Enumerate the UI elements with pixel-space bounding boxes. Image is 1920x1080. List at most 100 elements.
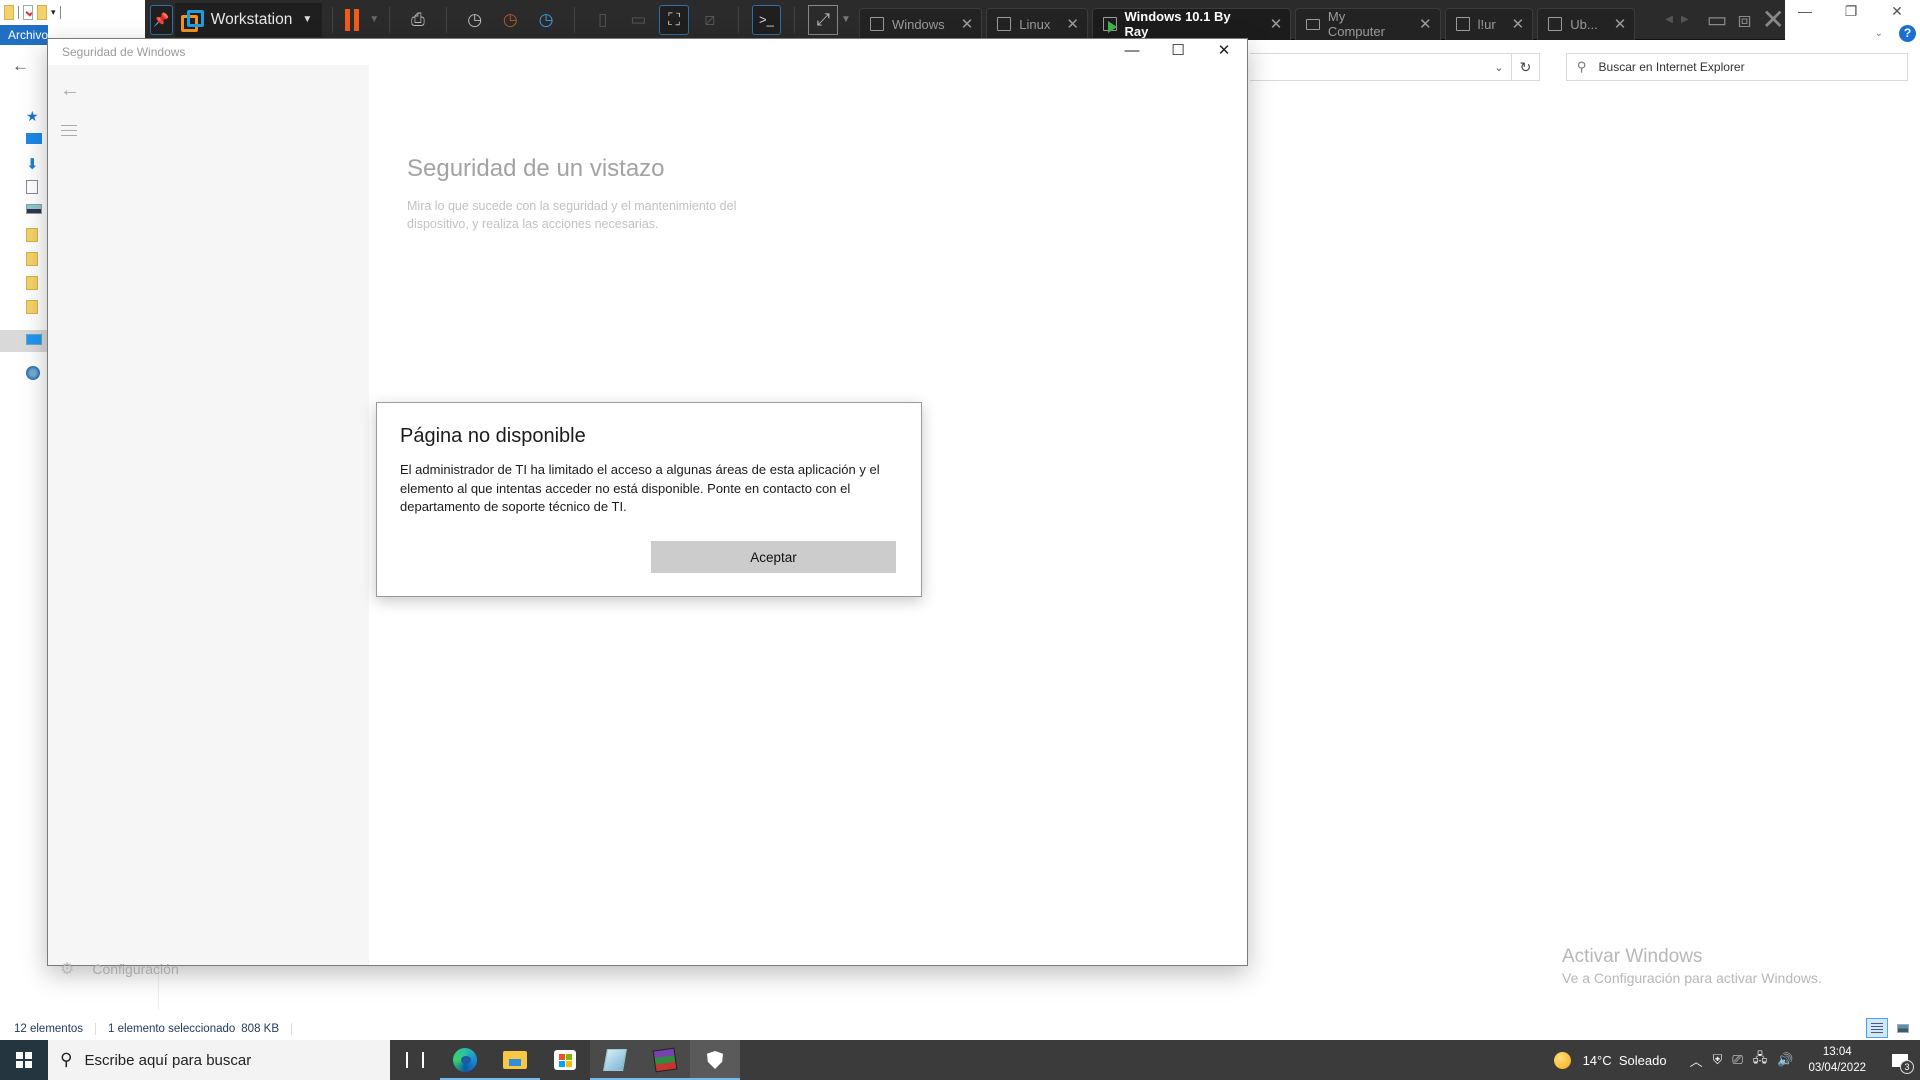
customize-toolbar-icon[interactable]: ▾	[51, 7, 56, 18]
minimize-button[interactable]: —	[1109, 39, 1155, 65]
search-placeholder: Buscar en Internet Explorer	[1598, 60, 1745, 74]
security-warning-icon[interactable]: ⛨	[1713, 1052, 1723, 1068]
tab-linux[interactable]: Linux ✕	[986, 7, 1088, 40]
close-button[interactable]: ✕	[1874, 0, 1920, 22]
details-view-button[interactable]	[1866, 1018, 1888, 1038]
snapshot-manager-icon[interactable]: ◷	[531, 5, 561, 35]
desktop-icon[interactable]	[26, 133, 42, 144]
folder-icon[interactable]	[26, 252, 38, 266]
vm-icon	[869, 17, 884, 31]
address-bar[interactable]: ⌄ ↻	[1250, 53, 1540, 81]
folder-icon[interactable]	[26, 228, 38, 242]
taskbar: ⚲ Escribe aquí para buscar 14°C Soleado …	[0, 1040, 1920, 1080]
large-icons-view-button[interactable]	[1892, 1018, 1914, 1038]
close-tab-icon[interactable]: ✕	[1614, 15, 1627, 33]
tab-my-computer[interactable]: My Computer ✕	[1295, 7, 1441, 40]
back-arrow-icon[interactable]: ←	[12, 56, 29, 76]
this-pc-icon[interactable]	[26, 334, 42, 345]
divider	[573, 6, 575, 33]
computer-icon	[1306, 18, 1320, 30]
send-ctrl-alt-del-icon[interactable]: ⎙	[403, 5, 433, 35]
vm-running-icon	[1102, 17, 1117, 33]
search-icon: ⚲	[60, 1050, 73, 1069]
quick-access-star-icon[interactable]: ★	[26, 108, 42, 124]
help-button[interactable]: ?	[1899, 25, 1916, 42]
properties-icon[interactable]	[23, 4, 33, 20]
taskbar-app-notepad[interactable]	[590, 1040, 640, 1080]
settings-link[interactable]: ⚙ Configuración	[60, 959, 179, 979]
folder-icon[interactable]	[26, 276, 38, 290]
vmware-menu-button[interactable]: Workstation ▼	[174, 2, 323, 37]
selection-status: 1 elemento seleccionado	[108, 1023, 236, 1035]
network-icon[interactable]	[26, 366, 40, 380]
thumbnail-bar-icon[interactable]: ▭	[624, 5, 654, 35]
stretch-guest-icon[interactable]: ⤢	[808, 4, 839, 35]
close-button[interactable]: ✕	[1201, 39, 1247, 65]
taskbar-app-store[interactable]	[540, 1040, 590, 1080]
close-icon[interactable]: ✕	[1761, 3, 1784, 36]
network-icon[interactable]: 🖧	[1753, 1049, 1768, 1071]
pause-icon[interactable]	[345, 8, 360, 31]
full-screen-icon[interactable]: ⛶	[659, 4, 689, 35]
close-tab-icon[interactable]: ✕	[1270, 15, 1283, 33]
search-box[interactable]: ⚲ Buscar en Internet Explorer	[1566, 53, 1908, 81]
show-library-icon[interactable]: ▯	[588, 5, 618, 35]
weather-condition: Soleado	[1618, 1052, 1667, 1068]
tab-windows[interactable]: Windows ✕	[858, 7, 983, 40]
restore-button[interactable]: ❐	[1828, 0, 1874, 22]
divider	[18, 5, 19, 19]
back-arrow-icon[interactable]: ←	[60, 79, 80, 102]
pictures-icon[interactable]	[26, 204, 42, 214]
accept-button[interactable]: Aceptar	[651, 541, 896, 573]
taskbar-app-winrar[interactable]	[640, 1040, 690, 1080]
tab-windows-10-1-by-ray[interactable]: Windows 10.1 By Ray ✕	[1091, 7, 1292, 40]
downloads-icon[interactable]: ⬇	[26, 155, 42, 173]
hamburger-menu-icon[interactable]	[61, 125, 77, 140]
task-view-icon	[406, 1052, 424, 1068]
new-folder-icon[interactable]	[37, 4, 47, 20]
tab-ubuntu[interactable]: Ub... ✕	[1537, 7, 1636, 40]
maximize-button[interactable]: ☐	[1155, 39, 1201, 65]
chevron-down-icon[interactable]: ⌄	[1487, 61, 1511, 74]
vmware-logo-icon	[180, 9, 204, 32]
minimize-button[interactable]: —	[1782, 0, 1828, 22]
weather-sun-icon[interactable]	[1553, 1051, 1571, 1069]
console-view-icon[interactable]: >_	[751, 4, 782, 35]
documents-icon[interactable]	[26, 180, 38, 194]
large-icons-view-icon	[1897, 1023, 1909, 1033]
taskbar-search-box[interactable]: ⚲ Escribe aquí para buscar	[48, 1040, 390, 1080]
weather-widget[interactable]: 14°C Soleado	[1583, 1053, 1667, 1068]
close-tab-icon[interactable]: ✕	[1419, 15, 1432, 33]
tab-lur[interactable]: l!ur ✕	[1444, 7, 1534, 40]
taskbar-app-edge[interactable]	[440, 1040, 490, 1080]
pin-icon[interactable]: 📌	[150, 4, 173, 35]
task-view-button[interactable]	[390, 1040, 440, 1080]
close-tab-icon[interactable]: ✕	[1512, 15, 1525, 33]
restore-icon[interactable]: ⧈	[1737, 7, 1751, 33]
ribbon-help-row: ⌄ ?	[1875, 25, 1916, 42]
close-tab-icon[interactable]: ✕	[1066, 15, 1079, 33]
power-menu-caret-icon[interactable]: ▼	[369, 14, 379, 25]
meet-now-icon[interactable]: ⎚	[1732, 1052, 1742, 1068]
expand-ribbon-icon[interactable]: ⌄	[1875, 28, 1883, 39]
show-hidden-icons-chevron-icon[interactable]: ︿	[1690, 1051, 1703, 1070]
taskbar-app-windows-security[interactable]	[690, 1040, 740, 1080]
tab-scroll-arrows-icon[interactable]: ◀▶	[1665, 14, 1696, 25]
revert-snapshot-icon[interactable]: ◷	[495, 5, 525, 35]
action-center-button[interactable]: 3	[1880, 1040, 1920, 1080]
taskbar-app-file-explorer[interactable]	[490, 1040, 540, 1080]
gear-icon: ⚙	[60, 961, 75, 978]
volume-icon[interactable]: 🔊	[1777, 1052, 1793, 1068]
refresh-icon[interactable]: ↻	[1511, 54, 1539, 80]
folder-icon[interactable]	[4, 4, 14, 20]
ribbon-file-tab[interactable]: Archivo	[0, 25, 48, 45]
window-title: Seguridad de Windows	[62, 45, 186, 59]
unity-icon[interactable]: ⧄	[695, 5, 725, 35]
start-button[interactable]	[0, 1040, 48, 1080]
minimize-icon[interactable]: ▭	[1707, 7, 1728, 33]
close-tab-icon[interactable]: ✕	[961, 15, 974, 33]
folder-icon[interactable]	[26, 300, 38, 314]
take-snapshot-icon[interactable]: ◷	[460, 5, 490, 35]
view-menu-caret-icon[interactable]: ▼	[841, 14, 851, 25]
clock[interactable]: 13:04 03/04/2022	[1808, 1044, 1866, 1076]
